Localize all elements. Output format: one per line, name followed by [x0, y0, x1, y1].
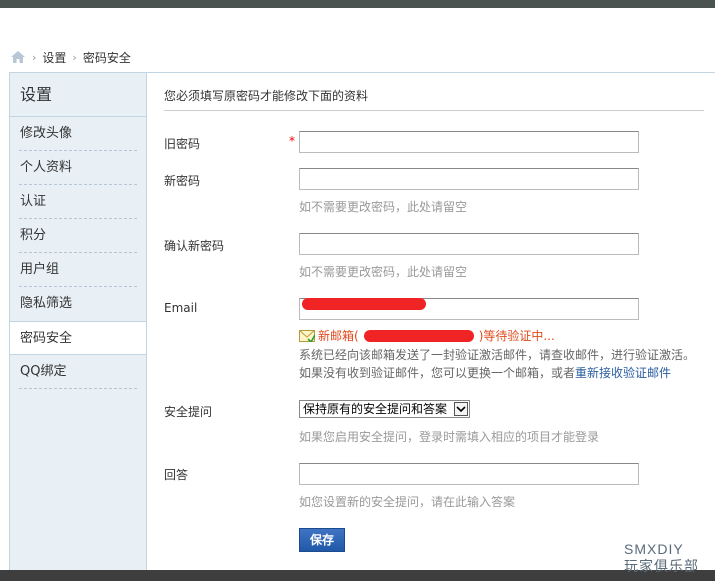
- email-redaction: [302, 298, 426, 310]
- answer-hint: 如您设置新的安全提问，请在此输入答案: [299, 495, 516, 509]
- watermark: SMXDIY 玩家俱乐部: [624, 541, 699, 575]
- save-button[interactable]: 保存: [299, 528, 345, 552]
- old-password-label: 旧密码: [164, 137, 201, 151]
- sidebar-item-avatar[interactable]: 修改头像: [19, 117, 137, 151]
- email-status-redaction: [363, 329, 474, 342]
- settings-panel: 设置 修改头像 个人资料 认证 积分 用户组 隐私筛选 密码安全 QQ绑定 您必…: [9, 72, 715, 572]
- breadcrumb: › 设置 › 密码安全: [10, 48, 131, 66]
- sidebar-item-credits[interactable]: 积分: [19, 219, 137, 253]
- sidebar-title: 设置: [10, 73, 146, 117]
- new-password-input[interactable]: [299, 168, 639, 190]
- old-password-input[interactable]: [299, 131, 639, 153]
- confirm-password-input[interactable]: [299, 233, 639, 255]
- breadcrumb-item-password-security[interactable]: 密码安全: [83, 49, 131, 66]
- security-question-label: 安全提问: [164, 405, 213, 419]
- top-bar: [0, 0, 715, 8]
- password-form: 您必须填写原密码才能修改下面的资料 旧密码 * 新密码 如不需要更改密码，此处请…: [148, 73, 715, 572]
- watermark-line1: SMXDIY: [624, 541, 684, 557]
- mail-icon: [299, 329, 316, 343]
- required-mark: *: [289, 134, 295, 148]
- watermark-line2: 玩家俱乐部: [624, 558, 699, 574]
- email-desc-line1: 系统已经向该邮箱发送了一封验证激活邮件，请查收邮件，进行验证激活。: [299, 348, 696, 362]
- home-icon[interactable]: [10, 50, 26, 64]
- security-question-hint: 如果您启用安全提问，登录时需填入相应的项目才能登录: [299, 430, 600, 444]
- sidebar-item-usergroup[interactable]: 用户组: [19, 253, 137, 287]
- answer-input[interactable]: [299, 463, 639, 485]
- security-question-select[interactable]: 保持原有的安全提问和答案: [299, 400, 470, 418]
- email-desc-line2: 如果没有收到验证邮件，您可以更换一个邮箱，或者重新接收验证邮件: [299, 364, 671, 381]
- breadcrumb-separator: ›: [32, 50, 37, 64]
- breadcrumb-item-settings[interactable]: 设置: [42, 49, 66, 66]
- email-status-prefix: 新邮箱(: [318, 329, 359, 343]
- form-notice: 您必须填写原密码才能修改下面的资料: [164, 81, 704, 111]
- new-password-label: 新密码: [164, 174, 201, 188]
- sidebar-menu: 修改头像 个人资料 认证 积分 用户组 隐私筛选 密码安全 QQ绑定: [10, 117, 146, 389]
- confirm-password-label: 确认新密码: [164, 239, 225, 253]
- resend-verification-link[interactable]: 重新接收验证邮件: [575, 366, 671, 380]
- breadcrumb-separator: ›: [72, 50, 77, 64]
- email-desc-text: 如果没有收到验证邮件，您可以更换一个邮箱，或者: [299, 366, 576, 380]
- email-pending-status: 新邮箱( )等待验证中...: [299, 327, 555, 344]
- bottom-bar: [0, 570, 715, 581]
- sidebar-item-profile[interactable]: 个人资料: [19, 151, 137, 185]
- chevron-down-icon[interactable]: [454, 402, 468, 416]
- sidebar: 设置 修改头像 个人资料 认证 积分 用户组 隐私筛选 密码安全 QQ绑定: [10, 73, 147, 572]
- email-status-suffix: )等待验证中...: [478, 329, 555, 343]
- sidebar-item-qq-binding[interactable]: QQ绑定: [19, 355, 137, 389]
- email-label: Email: [164, 301, 198, 315]
- sidebar-item-password-security[interactable]: 密码安全: [10, 321, 146, 355]
- new-password-hint: 如不需要更改密码，此处请留空: [299, 200, 468, 214]
- confirm-password-hint: 如不需要更改密码，此处请留空: [299, 265, 468, 279]
- answer-label: 回答: [164, 468, 189, 482]
- security-question-selected: 保持原有的安全提问和答案: [303, 402, 448, 416]
- sidebar-item-verify[interactable]: 认证: [19, 185, 137, 219]
- sidebar-item-privacy[interactable]: 隐私筛选: [19, 287, 137, 321]
